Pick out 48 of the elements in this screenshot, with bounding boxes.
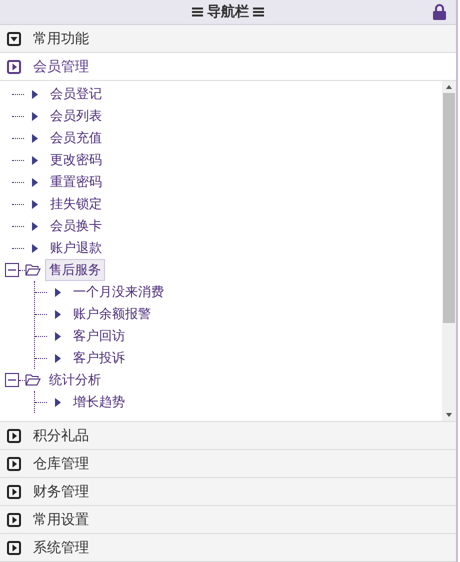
lock-icon[interactable] — [433, 4, 446, 20]
triangle-icon — [55, 398, 61, 406]
expand-icon — [7, 484, 21, 498]
triangle-icon — [32, 156, 38, 164]
expand-icon — [7, 456, 21, 470]
tree-folder[interactable]: 售后服务 — [45, 259, 105, 281]
triangle-icon — [55, 310, 61, 318]
tree-item[interactable]: 挂失锁定 — [46, 193, 106, 215]
tree-folder[interactable]: 统计分析 — [45, 369, 105, 391]
triangle-icon — [32, 112, 38, 120]
triangle-icon — [55, 288, 61, 296]
tree-item[interactable]: 账户退款 — [46, 237, 106, 259]
tree-item[interactable]: 会员登记 — [46, 83, 106, 105]
accordion-header[interactable]: 积分礼品 — [0, 422, 456, 450]
triangle-icon — [32, 134, 38, 142]
collapse-icon — [7, 32, 21, 46]
accordion-header[interactable]: 仓库管理 — [0, 450, 456, 478]
triangle-icon — [32, 178, 38, 186]
tree-item[interactable]: 会员充值 — [46, 127, 106, 149]
accordion-header[interactable]: 系统管理 — [0, 534, 456, 562]
menu-icon — [192, 7, 203, 17]
triangle-icon — [55, 354, 61, 362]
expand-icon — [7, 60, 21, 74]
triangle-icon — [32, 222, 38, 230]
triangle-icon — [32, 244, 38, 252]
panel-title: 导航栏 — [207, 3, 249, 21]
accordion-header[interactable]: 常用功能 — [0, 25, 456, 53]
triangle-icon — [32, 200, 38, 208]
tree-item[interactable]: 重置密码 — [46, 171, 106, 193]
tree-item[interactable]: 会员换卡 — [46, 215, 106, 237]
tree-item[interactable]: 会员列表 — [46, 105, 106, 127]
collapse-icon[interactable] — [5, 373, 19, 387]
collapse-icon[interactable] — [5, 263, 19, 277]
tree-item[interactable]: 一个月没来消费 — [69, 281, 168, 303]
tree-item[interactable]: 账户余额报警 — [69, 303, 155, 325]
expand-icon — [7, 428, 21, 442]
expand-icon — [7, 512, 21, 526]
accordion-header[interactable]: 常用设置 — [0, 506, 456, 534]
expand-icon — [7, 540, 21, 554]
triangle-icon — [32, 90, 38, 98]
tree-item[interactable]: 客户投诉 — [69, 347, 129, 369]
triangle-icon — [55, 332, 61, 340]
tree-item[interactable]: 客户回访 — [69, 325, 129, 347]
menu-icon — [253, 7, 264, 17]
scrollbar[interactable] — [442, 81, 456, 421]
accordion-header[interactable]: 财务管理 — [0, 478, 456, 506]
tree-item[interactable]: 更改密码 — [46, 149, 106, 171]
tree-item[interactable]: 增长趋势 — [69, 391, 129, 413]
